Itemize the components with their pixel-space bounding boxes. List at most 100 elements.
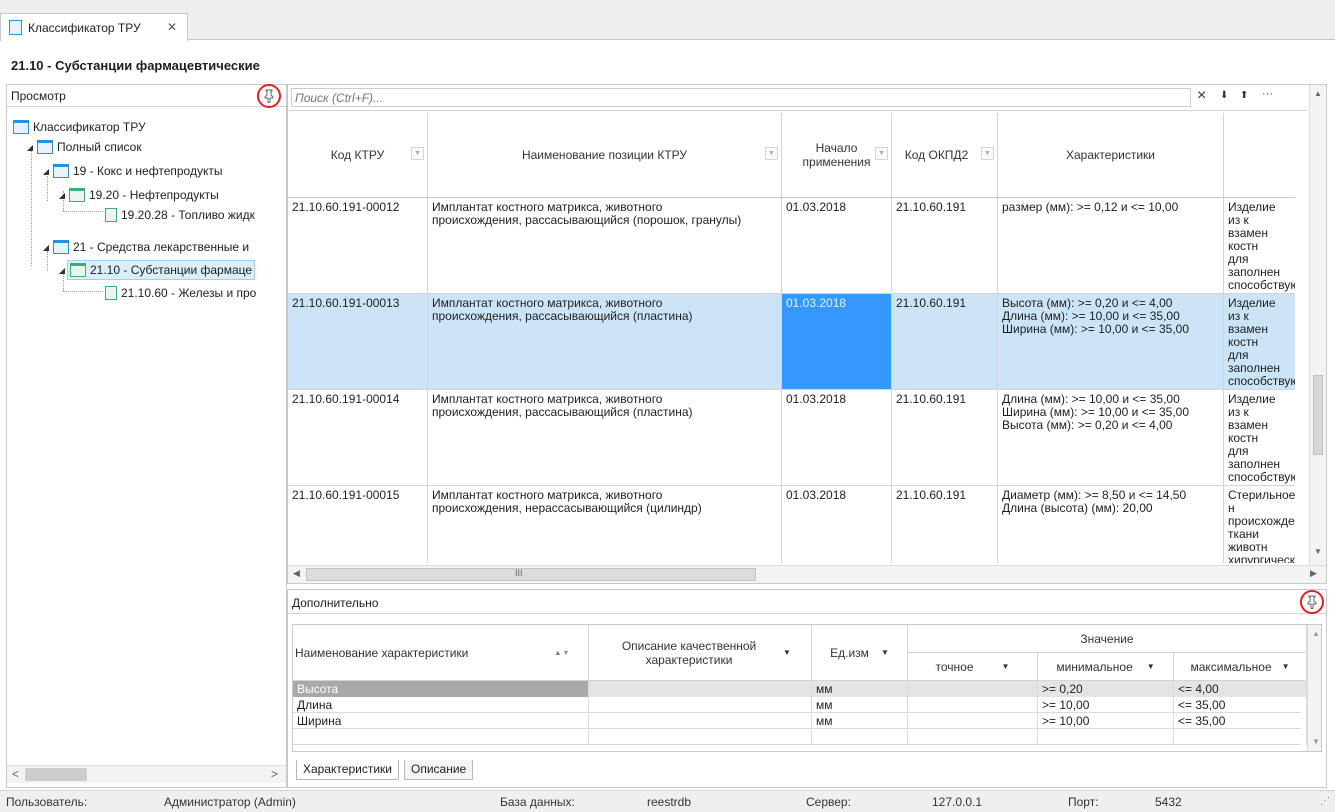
collapse-triangle-icon[interactable]: ◢ (41, 167, 51, 176)
tree-node-21-10-60[interactable]: 21.10.60 - Железы и про (103, 283, 256, 303)
collapse-triangle-icon[interactable]: ◢ (41, 243, 51, 252)
collapse-triangle-icon[interactable]: ◢ (25, 143, 35, 152)
filter-dropdown-icon[interactable]: ▼ (1282, 662, 1290, 671)
column-header-okpd2[interactable]: Код ОКПД2 ▼ (892, 113, 998, 197)
filter-dropdown-icon[interactable]: ▼ (875, 147, 888, 160)
cell-description: Изделие из к взамен костн для заполнен с… (1228, 296, 1295, 390)
scroll-down-icon[interactable]: ▼ (1314, 547, 1322, 556)
filter-dropdown-icon[interactable]: ▼ (881, 648, 889, 657)
cell-name: Имплантат костного матрикса, животного п… (428, 198, 782, 293)
tab-classifier[interactable]: Классификатор ТРУ ✕ (0, 13, 188, 41)
scrollbar-thumb[interactable]: III (306, 568, 756, 581)
tree-node-21[interactable]: ◢ 21 - Средства лекарственные и (41, 237, 249, 257)
search-bar: × ⬇ ⬆ ··· (288, 85, 1308, 111)
cell-name: Имплантат костного матрикса, животного п… (428, 390, 782, 485)
tree-node-label: 19.20.28 - Топливо жидк (121, 208, 255, 222)
cell-char-desc (589, 713, 812, 729)
cell-name: Имплантат костного матрикса, животного п… (428, 486, 782, 563)
scrollbar-thumb[interactable] (25, 768, 87, 781)
filter-dropdown-icon[interactable]: ▼ (765, 147, 778, 160)
scrollbar-grip-label: III (515, 568, 523, 578)
column-header-code[interactable]: Код КТРУ ▼ (288, 113, 428, 197)
cell-char-desc (589, 681, 812, 697)
next-match-icon[interactable]: ⬇ (1220, 90, 1228, 101)
table-row[interactable]: Длина мм >= 10,00 <= 35,00 (293, 697, 1307, 713)
cell-start-focused[interactable]: 01.03.2018 (782, 294, 892, 389)
grid-horizontal-scrollbar[interactable]: ◀ III ▶ (288, 565, 1326, 583)
document-icon (105, 208, 117, 222)
column-header-name[interactable]: Наименование позиции КТРУ ▼ (428, 113, 782, 197)
scroll-right-icon[interactable]: ▶ (1310, 568, 1317, 579)
resize-grip-icon[interactable]: ⋰ (1320, 791, 1330, 812)
column-header-description[interactable] (1224, 113, 1295, 197)
table-row[interactable]: Ширина мм >= 10,00 <= 35,00 (293, 713, 1307, 729)
scroll-right-icon[interactable]: > (271, 767, 278, 781)
pin-icon[interactable] (257, 84, 281, 108)
scroll-down-icon[interactable]: ▼ (1312, 737, 1320, 746)
tree-node-root[interactable]: Классификатор ТРУ (11, 117, 146, 137)
tree-node-full-list[interactable]: ◢ Полный список (25, 137, 142, 157)
collapse-triangle-icon[interactable]: ◢ (57, 266, 67, 275)
tab-label: Описание (411, 762, 467, 776)
column-header-unit[interactable]: Ед.изм ▼ (812, 625, 908, 681)
column-header-label: Описание качественной характеристики (621, 638, 757, 667)
tab-description[interactable]: Описание (404, 760, 474, 780)
pin-icon[interactable] (1300, 590, 1324, 614)
previous-match-icon[interactable]: ⬆ (1240, 90, 1248, 101)
characteristics-table: Наименование характеристики ▲ ▾ Описание… (292, 624, 1322, 752)
sort-ascending-icon[interactable]: ▲ ▾ (554, 648, 568, 657)
tree-node-label: 21 - Средства лекарственные и (73, 240, 250, 254)
column-header-min[interactable]: минимальное ▼ (1038, 653, 1174, 681)
cell-characteristics: размер (мм): >= 0,12 и <= 10,00 (998, 198, 1224, 293)
cell-empty (293, 729, 589, 745)
table-row[interactable]: 21.10.60.191-00012 Имплантат костного ма… (288, 198, 1295, 294)
filter-dropdown-icon[interactable]: ▼ (411, 147, 424, 160)
collapse-triangle-icon[interactable]: ◢ (57, 191, 67, 200)
filter-dropdown-icon[interactable]: ▼ (981, 147, 994, 160)
cell-description: Стерильное н происхожден ткани животн хи… (1228, 488, 1295, 564)
column-header-characteristics[interactable]: Характеристики (998, 113, 1224, 197)
more-options-icon[interactable]: ··· (1262, 88, 1273, 100)
table-row-selected[interactable]: Высота мм >= 0,20 <= 4,00 (293, 681, 1307, 697)
column-header-exact[interactable]: точное ▼ (908, 653, 1038, 681)
tab-characteristics[interactable]: Характеристики (296, 760, 399, 780)
tree-node-19-20[interactable]: ◢ 19.20 - Нефтепродукты (57, 185, 219, 205)
column-header-value-group: Значение (908, 625, 1307, 653)
column-header-label: точное (935, 659, 974, 674)
status-bar: Пользователь: Администратор (Admin) База… (0, 790, 1335, 812)
left-panel-header: Просмотр (7, 85, 286, 107)
table-row-selected[interactable]: 21.10.60.191-00013 Имплантат костного ма… (288, 294, 1295, 390)
left-horizontal-scrollbar[interactable]: < > (7, 765, 286, 783)
table-row[interactable]: 21.10.60.191-00014 Имплантат костного ма… (288, 390, 1295, 486)
scrollbar-thumb[interactable] (1313, 375, 1323, 455)
tree-node-selected[interactable]: 21.10 - Субстанции фармаце (67, 260, 256, 280)
tree-node-21-10[interactable]: ◢ 21.10 - Субстанции фармаце (57, 260, 256, 280)
scroll-left-icon[interactable]: ◀ (293, 568, 300, 579)
scroll-left-icon[interactable]: < (12, 767, 19, 781)
column-header-qual-desc[interactable]: Описание качественной характеристики ▼ (589, 625, 812, 681)
cell-okpd2: 21.10.60.191 (892, 390, 998, 485)
status-server-value: 127.0.0.1 (932, 795, 983, 809)
cell-char-min: >= 10,00 (1038, 713, 1174, 729)
tree-connector (31, 151, 32, 266)
column-header-max[interactable]: максимальное ▼ (1174, 653, 1307, 681)
tree-node-label: 21.10.60 - Железы и про (121, 286, 257, 300)
grid-vertical-scrollbar[interactable]: ▲ ▼ (1309, 85, 1326, 565)
scroll-up-icon[interactable]: ▲ (1314, 89, 1322, 98)
search-input[interactable] (291, 88, 1191, 107)
clear-search-icon[interactable]: × (1197, 87, 1206, 105)
cell-char-name: Ширина (293, 713, 589, 729)
column-header-label: Наименование позиции КТРУ (521, 148, 688, 162)
details-vertical-scrollbar[interactable]: ▲ ▼ (1307, 625, 1321, 751)
tab-close-icon[interactable]: ✕ (167, 20, 177, 34)
table-row[interactable]: 21.10.60.191-00015 Имплантат костного ма… (288, 486, 1295, 563)
filter-dropdown-icon[interactable]: ▼ (783, 648, 791, 657)
filter-dropdown-icon[interactable]: ▼ (1147, 662, 1155, 671)
cell-char-unit: мм (812, 713, 908, 729)
scroll-up-icon[interactable]: ▲ (1312, 629, 1320, 638)
filter-dropdown-icon[interactable]: ▼ (1002, 662, 1010, 671)
column-header-char-name[interactable]: Наименование характеристики ▲ ▾ (293, 625, 589, 681)
tree-node-19[interactable]: ◢ 19 - Кокс и нефтепродукты (41, 161, 222, 181)
column-header-start[interactable]: Начало применения ▼ (782, 113, 892, 197)
tree-node-19-20-28[interactable]: 19.20.28 - Топливо жидк (103, 205, 255, 225)
